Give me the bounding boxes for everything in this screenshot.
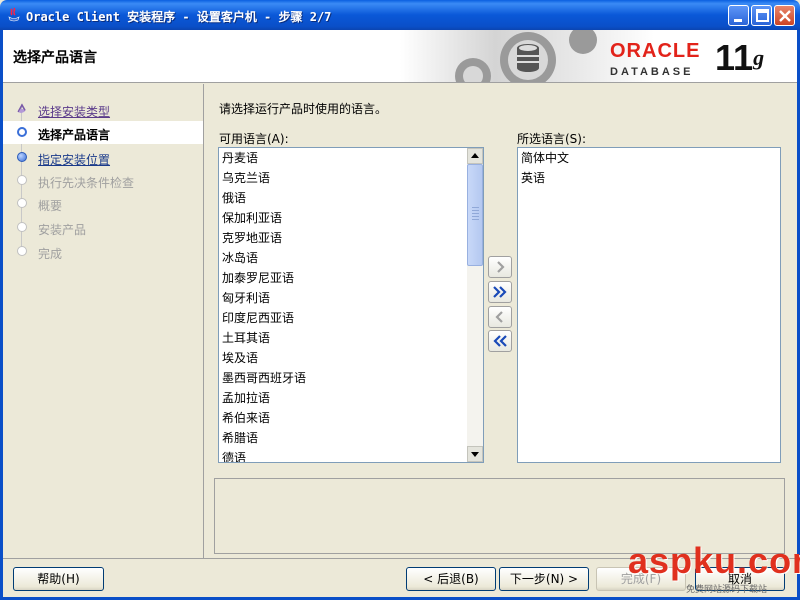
nav-step-install-location[interactable]: 指定安装位置 (3, 146, 203, 169)
chevron-right-icon (497, 261, 505, 273)
step-pending-icon (17, 152, 27, 162)
move-right-button[interactable] (488, 256, 512, 278)
nav-step-install-product: 安装产品 (3, 216, 203, 239)
nav-step-install-type[interactable]: 选择安装类型 (3, 98, 203, 121)
available-languages-label: 可用语言(A): (219, 132, 289, 146)
nav-step-label: 选择产品语言 (38, 128, 111, 142)
list-item[interactable]: 土耳其语 (219, 328, 483, 348)
list-item[interactable]: 克罗地亚语 (219, 228, 483, 248)
selected-languages-label: 所选语言(S): (517, 132, 587, 146)
nav-step-label: 完成 (38, 247, 63, 261)
nav-step-summary: 概要 (3, 192, 203, 215)
version-suffix: g (753, 45, 765, 70)
nav-step-label: 概要 (38, 199, 63, 213)
close-icon (779, 10, 791, 22)
list-item[interactable]: 墨西哥西班牙语 (219, 368, 483, 388)
nav-step-prereq-check: 执行先决条件检查 (3, 169, 203, 192)
list-item[interactable]: 德语 (219, 448, 483, 462)
main-content: 请选择运行产品时使用的语言。 可用语言(A): 所选语言(S): 丹麦语 乌克兰… (205, 84, 797, 558)
step-current-icon (17, 127, 27, 137)
selected-languages-list[interactable]: 简体中文 英语 (517, 147, 781, 463)
list-item[interactable]: 乌克兰语 (219, 168, 483, 188)
maximize-button[interactable] (751, 5, 772, 26)
title-bar[interactable]: Oracle Client 安装程序 - 设置客户机 - 步骤 2/7 (0, 0, 800, 30)
watermark-subtext: 免费网站源码下载站 (686, 585, 768, 595)
nav-step-label: 选择安装类型 (38, 105, 111, 119)
version-logo: 11g (715, 38, 764, 78)
list-item[interactable]: 简体中文 (518, 148, 780, 168)
step-disabled-icon (17, 198, 27, 208)
move-all-left-button[interactable] (488, 330, 512, 352)
available-list-scrollbar[interactable] (467, 148, 483, 462)
list-item[interactable]: 印度尼西亚语 (219, 308, 483, 328)
close-button[interactable] (774, 5, 795, 26)
database-logo-text: DATABASE (610, 66, 694, 78)
list-item[interactable]: 希伯来语 (219, 408, 483, 428)
instruction-text: 请选择运行产品时使用的语言。 (219, 102, 388, 116)
list-item[interactable]: 孟加拉语 (219, 388, 483, 408)
wizard-header: 选择产品语言 ORACLE DATABASE 11g (3, 30, 797, 83)
step-disabled-icon (17, 175, 27, 185)
scroll-grip (472, 207, 479, 221)
scroll-up-button[interactable] (467, 148, 483, 164)
move-left-button[interactable] (488, 306, 512, 328)
list-item[interactable]: 匈牙利语 (219, 288, 483, 308)
minimize-button[interactable] (728, 5, 749, 26)
scroll-thumb[interactable] (467, 164, 483, 266)
step-done-icon (16, 103, 26, 113)
double-chevron-right-icon (493, 286, 507, 298)
watermark-logo: aspku.com 免费网站源码下载站 (628, 540, 800, 596)
chevron-left-icon (495, 311, 503, 323)
double-chevron-left-icon (493, 335, 507, 347)
gears-logo-icon (455, 30, 597, 82)
step-disabled-icon (17, 246, 27, 256)
nav-step-product-language[interactable]: 选择产品语言 (3, 121, 203, 144)
nav-step-label: 安装产品 (38, 223, 87, 237)
help-button[interactable]: 帮助(H) (13, 567, 104, 591)
list-item[interactable]: 冰岛语 (219, 248, 483, 268)
next-button[interactable]: 下一步(N) > (499, 567, 589, 591)
back-button[interactable]: < 后退(B) (406, 567, 496, 591)
scroll-down-button[interactable] (467, 446, 483, 462)
available-languages-list[interactable]: 丹麦语 乌克兰语 俄语 保加利亚语 克罗地亚语 冰岛语 加泰罗尼亚语 匈牙利语 … (218, 147, 484, 463)
minimize-icon (734, 19, 742, 22)
page-title: 选择产品语言 (13, 50, 97, 66)
move-all-right-button[interactable] (488, 281, 512, 303)
list-item[interactable]: 希腊语 (219, 428, 483, 448)
list-item[interactable]: 保加利亚语 (219, 208, 483, 228)
watermark-text: aspku.com (628, 540, 800, 581)
nav-step-finish: 完成 (3, 240, 203, 263)
list-item[interactable]: 俄语 (219, 188, 483, 208)
list-item[interactable]: 英语 (518, 168, 780, 188)
maximize-icon (756, 9, 769, 22)
list-item[interactable]: 埃及语 (219, 348, 483, 368)
step-disabled-icon (17, 222, 27, 232)
nav-step-label: 指定安装位置 (38, 153, 111, 167)
window-title: Oracle Client 安装程序 - 设置客户机 - 步骤 2/7 (26, 10, 332, 24)
version-number: 11 (715, 37, 754, 78)
list-item[interactable]: 丹麦语 (219, 148, 483, 168)
java-app-icon (8, 7, 20, 22)
nav-step-label: 执行先决条件检查 (38, 176, 135, 190)
list-item[interactable]: 加泰罗尼亚语 (219, 268, 483, 288)
oracle-logo-text: ORACLE (610, 40, 701, 62)
steps-nav: 选择安装类型 选择产品语言 指定安装位置 执行先决条件检查 概要 安装产品 完成 (3, 84, 204, 558)
arrow-down-icon (471, 452, 479, 457)
arrow-up-icon (471, 153, 479, 158)
